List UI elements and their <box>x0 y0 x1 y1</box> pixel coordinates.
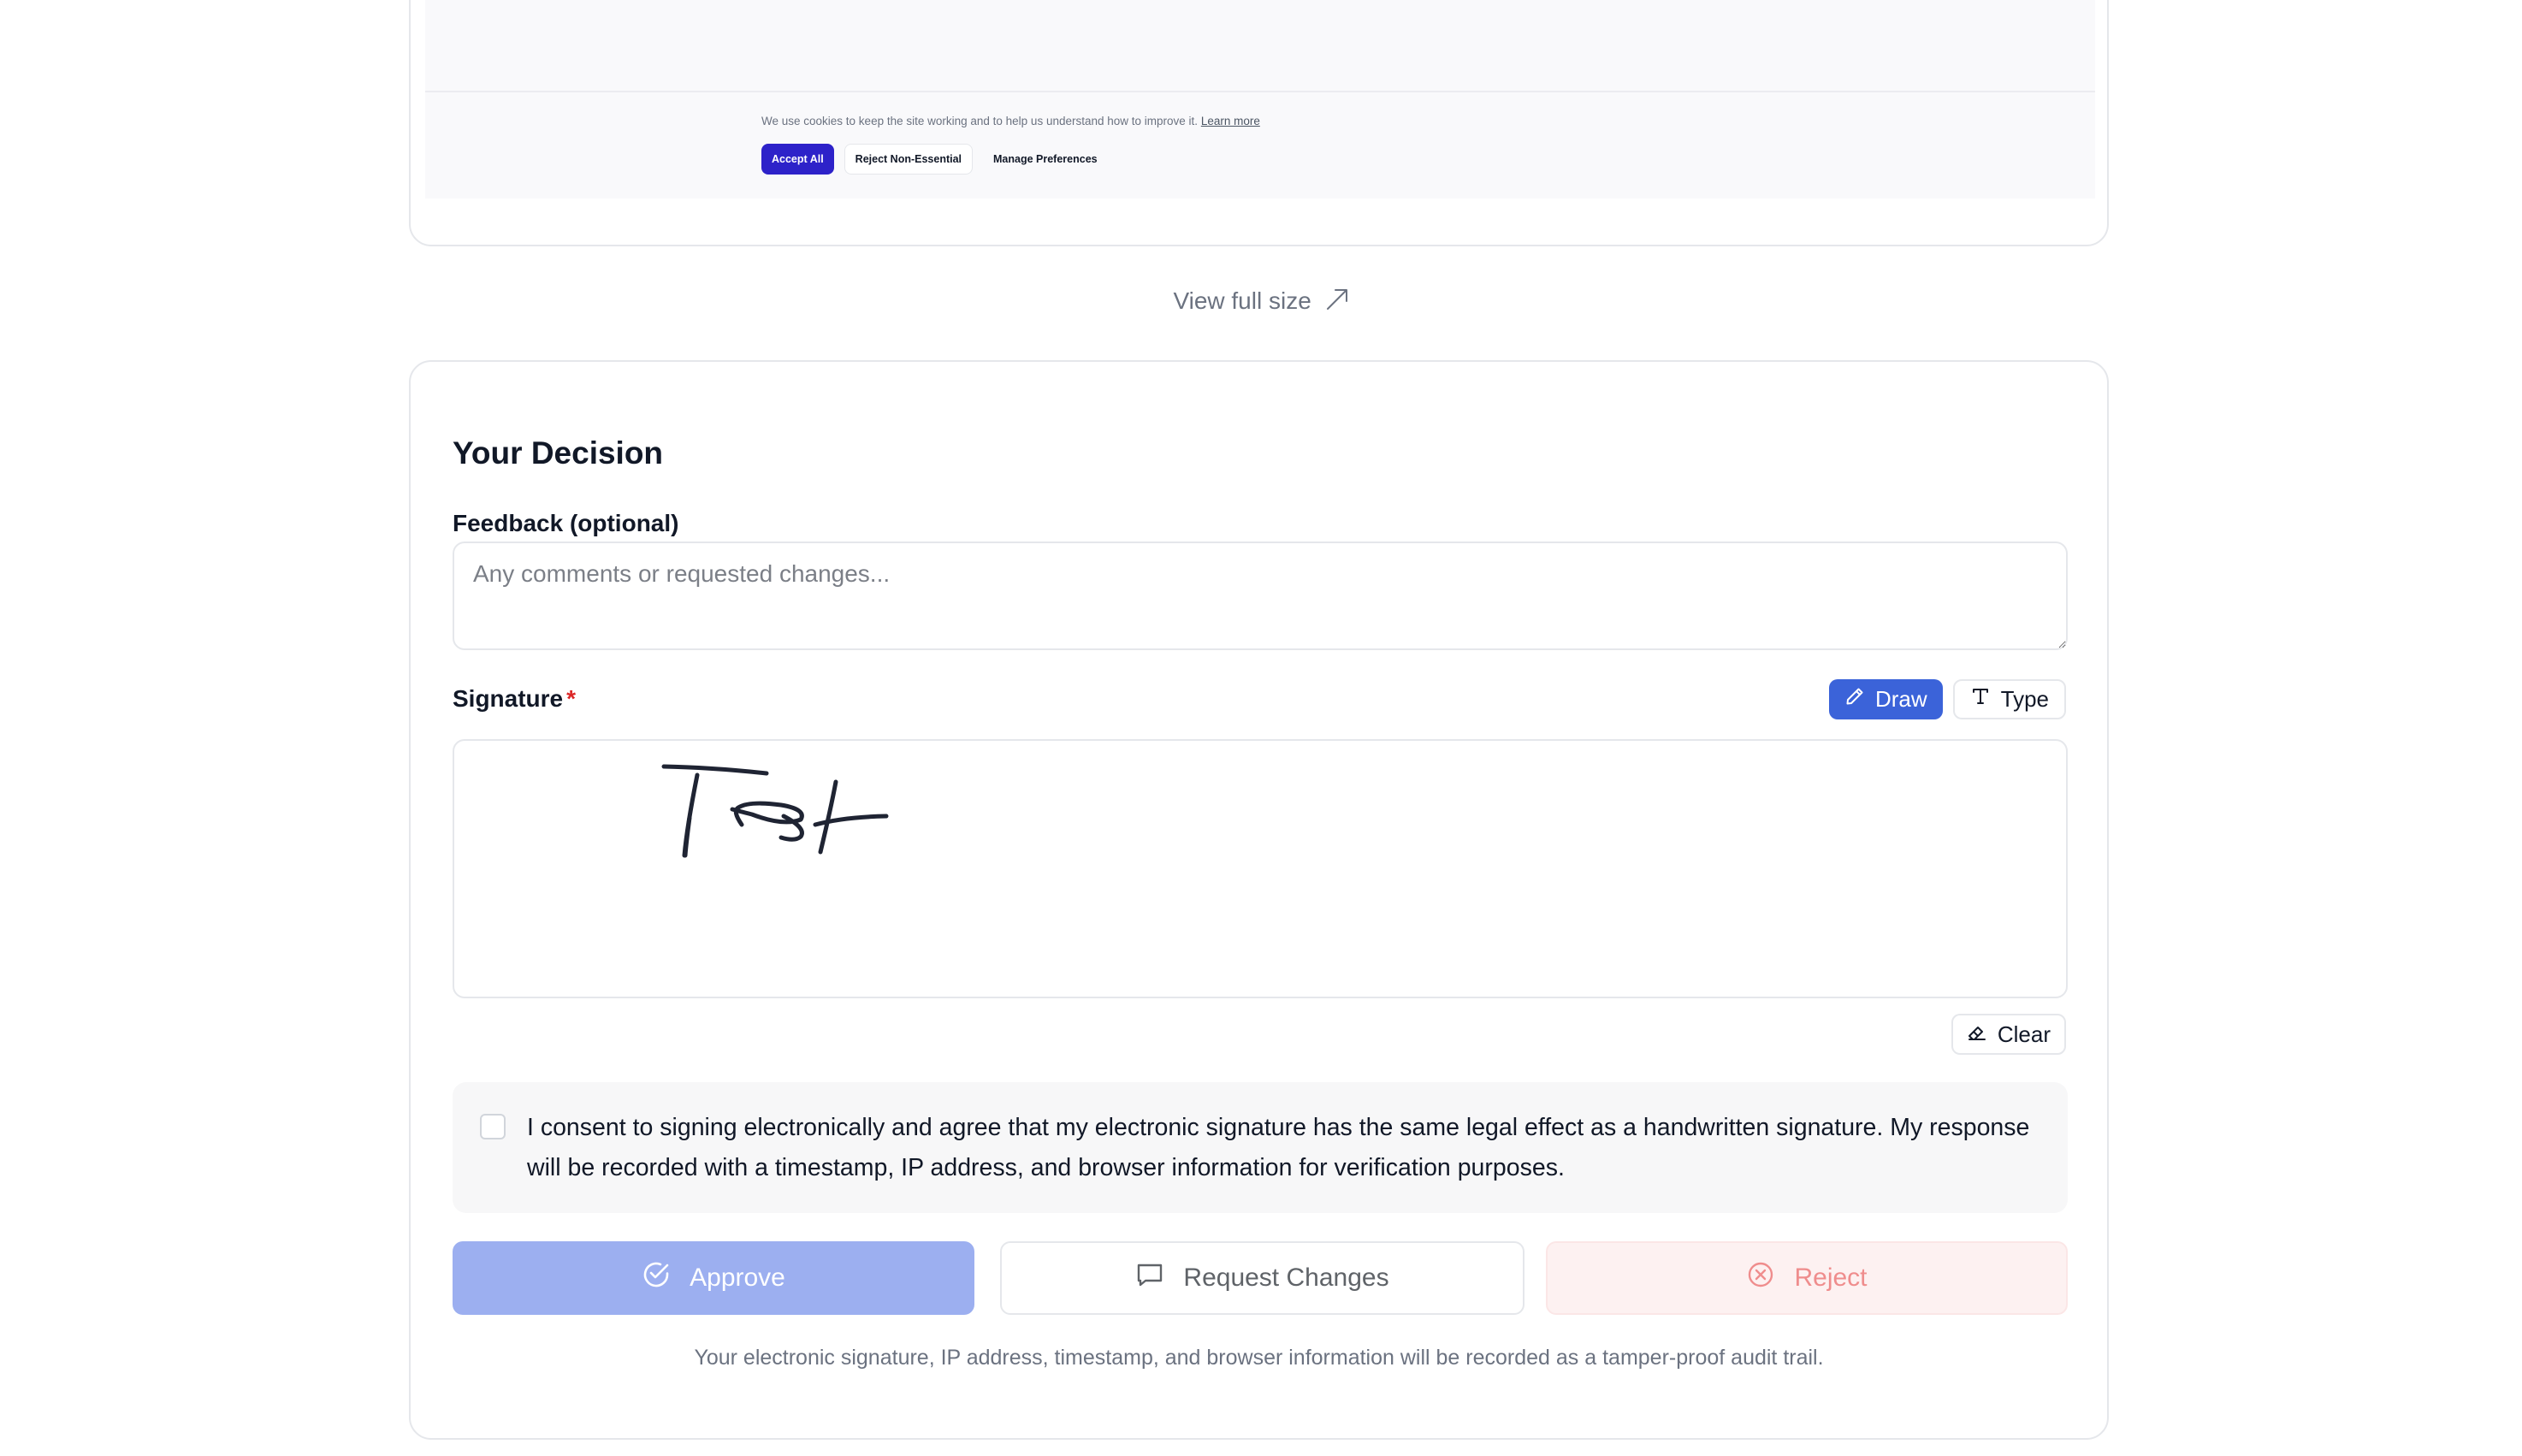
feedback-textarea[interactable] <box>453 542 2068 650</box>
decision-card: Your Decision Feedback (optional) Signat… <box>409 360 2109 1440</box>
x-circle-icon <box>1746 1260 1775 1296</box>
signature-label-text: Signature <box>453 685 564 712</box>
type-mode-label: Type <box>2000 686 2049 712</box>
consent-text: I consent to signing electronically and … <box>527 1114 2030 1181</box>
decision-actions: Approve Request Changes Reject <box>453 1241 2068 1315</box>
eraser-icon <box>1967 1021 1987 1048</box>
cookie-banner-text: We use cookies to keep the site working … <box>761 115 1260 127</box>
preview-card: We use cookies to keep the site working … <box>409 0 2109 246</box>
consent-checkbox[interactable] <box>480 1114 506 1139</box>
pencil-icon <box>1844 686 1865 713</box>
draw-mode-button[interactable]: Draw <box>1828 679 1943 719</box>
signature-mode-toggle: Draw Type <box>1828 679 2066 719</box>
manage-preferences-button: Manage Preferences <box>993 153 1098 165</box>
section-title: Your Decision <box>453 435 664 471</box>
reject-label: Reject <box>1794 1264 1868 1292</box>
learn-more-link: Learn more <box>1200 115 1260 127</box>
view-full-size-label: View full size <box>1173 287 1311 314</box>
request-changes-button[interactable]: Request Changes <box>1000 1241 1524 1315</box>
approve-label: Approve <box>690 1264 785 1292</box>
draw-mode-label: Draw <box>1874 686 1927 712</box>
feedback-label: Feedback (optional) <box>453 510 679 536</box>
preview-screenshot: We use cookies to keep the site working … <box>425 0 2095 198</box>
preview-divider <box>425 91 2095 92</box>
type-icon <box>1970 686 1991 713</box>
type-mode-button[interactable]: Type <box>1952 679 2066 719</box>
cookie-message: We use cookies to keep the site working … <box>761 115 1199 127</box>
clear-label: Clear <box>1997 1021 2051 1047</box>
arrow-up-right-icon <box>1325 287 1349 317</box>
clear-signature-button[interactable]: Clear <box>1951 1014 2066 1055</box>
consent-box: I consent to signing electronically and … <box>453 1082 2068 1213</box>
cookie-buttons: Accept All Reject Non-Essential Manage P… <box>761 144 1108 175</box>
signature-pad[interactable] <box>453 739 2068 998</box>
request-changes-label: Request Changes <box>1183 1264 1389 1292</box>
accept-all-button: Accept All <box>761 144 834 175</box>
message-square-icon <box>1135 1260 1164 1296</box>
reject-button[interactable]: Reject <box>1546 1241 2068 1315</box>
reject-non-essential-button: Reject Non-Essential <box>844 144 974 175</box>
required-marker: * <box>566 685 577 712</box>
signature-label: Signature * <box>453 685 576 713</box>
audit-note: Your electronic signature, IP address, t… <box>694 1346 1824 1370</box>
signature-drawing <box>661 764 889 858</box>
view-full-size-link[interactable]: View full size <box>0 287 2522 317</box>
check-circle-icon <box>642 1260 671 1296</box>
approve-button[interactable]: Approve <box>453 1241 974 1315</box>
